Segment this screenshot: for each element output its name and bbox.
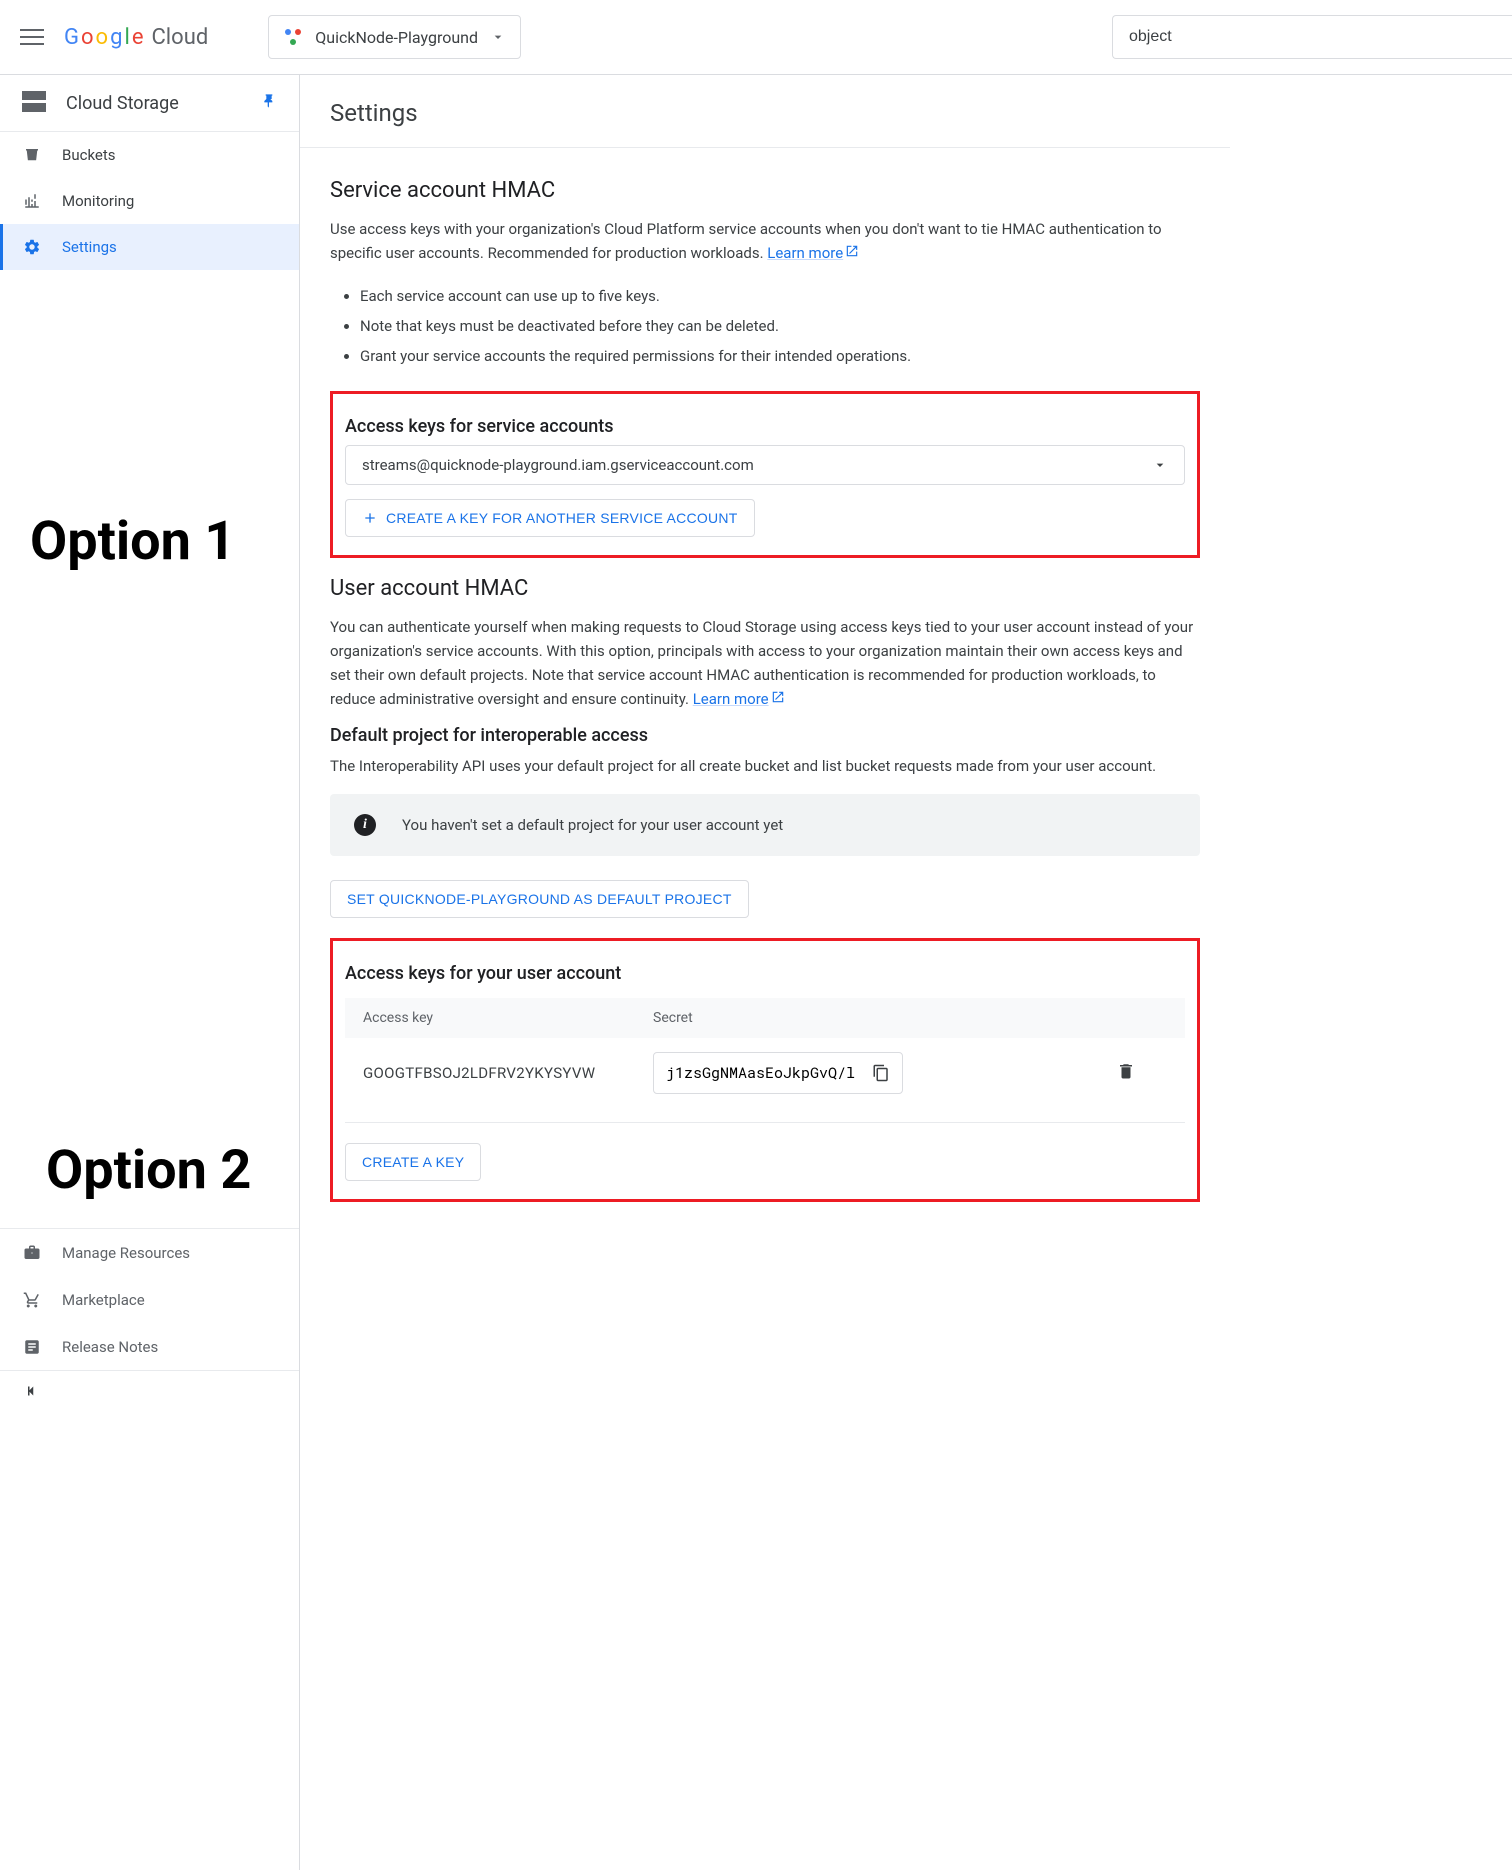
top-header: Google Cloud QuickNode-Playground bbox=[0, 0, 1512, 75]
learn-more-link[interactable]: Learn more bbox=[767, 244, 859, 262]
project-name: QuickNode-Playground bbox=[315, 28, 478, 47]
search-input[interactable] bbox=[1112, 15, 1512, 59]
sidebar-item-settings[interactable]: Settings bbox=[0, 224, 299, 270]
collapse-sidebar-button[interactable] bbox=[0, 1370, 299, 1410]
sidebar: Cloud Storage Buckets Monitoring bbox=[0, 75, 300, 1870]
footer-item-manage-resources[interactable]: Manage Resources bbox=[0, 1229, 299, 1276]
delete-icon[interactable] bbox=[1117, 1062, 1167, 1084]
chevron-left-icon bbox=[22, 1382, 40, 1400]
service-account-select[interactable]: streams@quicknode-playground.iam.gservic… bbox=[345, 445, 1185, 485]
nav-list: Buckets Monitoring Settings bbox=[0, 132, 299, 270]
user-hmac-desc: You can authenticate yourself when makin… bbox=[330, 615, 1200, 711]
annotation-option-2: Option 2 bbox=[46, 1139, 251, 1202]
secret-input[interactable] bbox=[666, 1063, 864, 1083]
cloud-storage-icon bbox=[22, 91, 46, 115]
learn-more-link[interactable]: Learn more bbox=[693, 690, 785, 708]
briefcase-icon bbox=[22, 1243, 42, 1263]
page-title: Settings bbox=[300, 75, 1230, 148]
user-keys-table: Access key Secret GOOGTFBSOJ2LDFRV2YKYSY… bbox=[345, 998, 1185, 1123]
info-message: You haven't set a default project for yo… bbox=[402, 816, 783, 834]
service-hmac-desc: Use access keys with your organization's… bbox=[330, 217, 1200, 265]
nav-label: Buckets bbox=[62, 146, 116, 164]
plus-icon bbox=[362, 510, 378, 526]
col-secret: Secret bbox=[653, 1010, 1117, 1026]
footer-label: Manage Resources bbox=[62, 1244, 190, 1262]
col-access-key: Access key bbox=[363, 1010, 653, 1026]
secret-field bbox=[653, 1052, 903, 1094]
bucket-icon bbox=[22, 145, 42, 165]
create-key-user-button[interactable]: CREATE A KEY bbox=[345, 1143, 481, 1181]
footer-label: Release Notes bbox=[62, 1338, 158, 1356]
project-icon bbox=[283, 27, 303, 47]
highlighted-box-option-2: Access keys for your user account Access… bbox=[330, 938, 1200, 1202]
table-row: GOOGTFBSOJ2LDFRV2YKYSYVW bbox=[345, 1038, 1185, 1122]
sidebar-item-buckets[interactable]: Buckets bbox=[0, 132, 299, 178]
bullet-item: Each service account can use up to five … bbox=[360, 281, 1200, 311]
footer-item-release-notes[interactable]: Release Notes bbox=[0, 1323, 299, 1370]
service-hmac-bullets: Each service account can use up to five … bbox=[360, 281, 1200, 371]
highlighted-box-option-1: Access keys for service accounts streams… bbox=[330, 391, 1200, 558]
access-key-value: GOOGTFBSOJ2LDFRV2YKYSYVW bbox=[363, 1064, 653, 1082]
nav-label: Monitoring bbox=[62, 192, 134, 210]
selected-account: streams@quicknode-playground.iam.gservic… bbox=[362, 456, 754, 474]
dropdown-icon bbox=[490, 29, 506, 45]
sidebar-footer: Manage Resources Marketplace Release Not… bbox=[0, 1228, 299, 1410]
default-project-heading: Default project for interoperable access bbox=[330, 725, 1200, 746]
copy-icon[interactable] bbox=[872, 1064, 890, 1082]
access-keys-sa-heading: Access keys for service accounts bbox=[345, 416, 1185, 437]
table-header: Access key Secret bbox=[345, 998, 1185, 1038]
cart-icon bbox=[22, 1290, 42, 1310]
external-link-icon bbox=[771, 690, 785, 704]
user-access-keys-heading: Access keys for your user account bbox=[345, 963, 1185, 984]
nav-label: Settings bbox=[62, 238, 117, 256]
create-key-sa-button[interactable]: CREATE A KEY FOR ANOTHER SERVICE ACCOUNT bbox=[345, 499, 755, 537]
gear-icon bbox=[22, 237, 42, 257]
info-icon: i bbox=[354, 814, 376, 836]
service-hmac-heading: Service account HMAC bbox=[330, 178, 1200, 203]
project-picker[interactable]: QuickNode-Playground bbox=[268, 15, 521, 59]
notes-icon bbox=[22, 1337, 42, 1357]
menu-icon[interactable] bbox=[20, 25, 44, 49]
set-default-project-button[interactable]: SET QUICKNODE-PLAYGROUND AS DEFAULT PROJ… bbox=[330, 880, 749, 918]
user-hmac-heading: User account HMAC bbox=[330, 576, 1200, 601]
pin-icon[interactable] bbox=[261, 93, 277, 113]
footer-label: Marketplace bbox=[62, 1291, 145, 1309]
bullet-item: Note that keys must be deactivated befor… bbox=[360, 311, 1200, 341]
footer-item-marketplace[interactable]: Marketplace bbox=[0, 1276, 299, 1323]
monitoring-icon bbox=[22, 191, 42, 211]
chevron-down-icon bbox=[1152, 457, 1168, 473]
default-project-desc: The Interoperability API uses your defau… bbox=[330, 754, 1200, 778]
sidebar-item-monitoring[interactable]: Monitoring bbox=[0, 178, 299, 224]
product-title: Cloud Storage bbox=[66, 93, 241, 114]
sidebar-header: Cloud Storage bbox=[0, 75, 299, 132]
main-content: Settings Service account HMAC Use access… bbox=[300, 75, 1512, 1870]
external-link-icon bbox=[845, 244, 859, 258]
annotation-option-1: Option 1 bbox=[30, 510, 235, 573]
info-banner: i You haven't set a default project for … bbox=[330, 794, 1200, 856]
google-cloud-logo[interactable]: Google Cloud bbox=[64, 25, 208, 50]
bullet-item: Grant your service accounts the required… bbox=[360, 341, 1200, 371]
